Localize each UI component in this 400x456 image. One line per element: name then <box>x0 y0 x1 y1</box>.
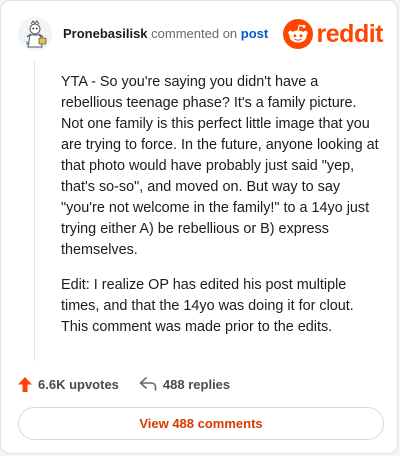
reply-label: 488 replies <box>162 376 231 392</box>
comment-paragraph: YTA - So you're saying you didn't have a… <box>61 74 379 258</box>
avatar-image <box>18 17 52 51</box>
upvote-arrow-icon <box>18 376 32 392</box>
comment-body: YTA - So you're saying you didn't have a… <box>61 72 381 352</box>
comment-header: Pronebasilisk commented on post reddit <box>18 17 384 51</box>
reply-arrow-icon <box>139 377 157 391</box>
reddit-snoo-icon <box>282 19 313 49</box>
reddit-wordmark: reddit <box>316 19 384 48</box>
comment-paragraph: Edit: I realize OP has edited his post m… <box>61 277 354 335</box>
thread-line <box>34 61 35 361</box>
comment-byline: Pronebasilisk commented on post <box>63 26 268 41</box>
upvote-count[interactable]: 6.6K upvotes <box>18 376 119 392</box>
byline-action-text: commented on <box>151 26 238 41</box>
comment-stats: 6.6K upvotes 488 replies <box>18 374 230 394</box>
view-comments-button[interactable]: View 488 comments <box>18 407 384 440</box>
reddit-logo[interactable]: reddit <box>282 18 384 50</box>
username-link[interactable]: Pronebasilisk <box>63 26 148 41</box>
upvote-label: 6.6K upvotes <box>38 376 119 392</box>
post-link[interactable]: post <box>241 26 268 41</box>
reply-count[interactable]: 488 replies <box>139 377 230 392</box>
user-avatar[interactable] <box>18 17 52 51</box>
comment-card: Pronebasilisk commented on post reddit Y… <box>0 0 398 454</box>
